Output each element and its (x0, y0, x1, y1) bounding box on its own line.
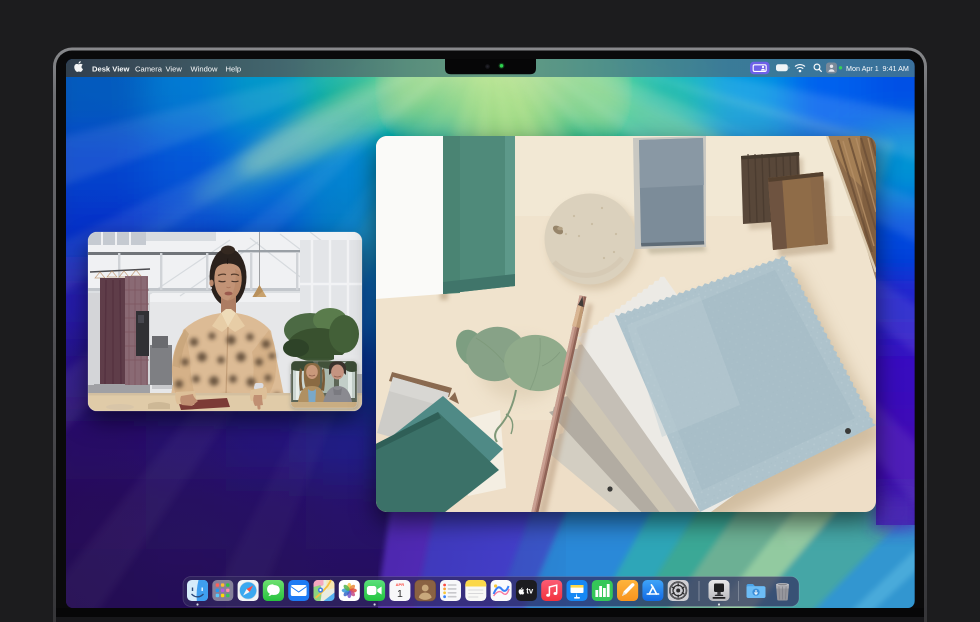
svg-text:tv: tv (526, 587, 534, 596)
svg-text:Mon Apr 1: Mon Apr 1 (846, 64, 879, 73)
svg-text:Desk View: Desk View (92, 64, 130, 73)
svg-text:Camera: Camera (135, 64, 163, 73)
svg-text:1: 1 (397, 588, 403, 600)
svg-text:View: View (166, 64, 183, 73)
svg-text:Help: Help (226, 64, 242, 73)
svg-text:Window: Window (191, 64, 219, 73)
svg-text:APR: APR (396, 582, 405, 587)
svg-text:9:41 AM: 9:41 AM (883, 64, 909, 73)
